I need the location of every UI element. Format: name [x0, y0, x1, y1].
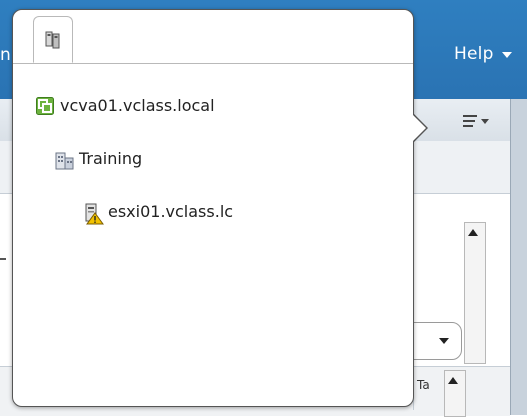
- scroll-up-arrow-icon[interactable]: [448, 377, 458, 384]
- popover-tab-bar: [13, 10, 413, 64]
- scroll-up-arrow-icon[interactable]: [468, 229, 478, 236]
- scrollbar[interactable]: [464, 222, 486, 364]
- list-options-button[interactable]: [442, 108, 510, 134]
- popover-pointer-fill: [409, 111, 426, 145]
- tree-item-label: vcva01.vclass.local: [60, 96, 215, 115]
- header-title-fragment: n: [0, 45, 11, 65]
- tree-item-vcenter[interactable]: vcva01.vclass.local: [36, 96, 215, 115]
- tree-item-label: Training: [79, 149, 143, 168]
- column-header[interactable]: Ta: [413, 370, 443, 410]
- tree-item-host[interactable]: esxi01.vclass.lc: [84, 202, 234, 224]
- chevron-down-icon: [501, 52, 512, 58]
- help-menu[interactable]: Help: [454, 44, 512, 64]
- datacenter-icon: [55, 150, 74, 169]
- table-scrollbar[interactable]: [444, 370, 466, 417]
- chevron-down-icon: [481, 118, 489, 124]
- tree-item-datacenter[interactable]: Training: [55, 149, 143, 169]
- host-warning-icon: [84, 203, 104, 224]
- tab-hosts-and-clusters[interactable]: [33, 16, 73, 63]
- filter-dropdown[interactable]: [412, 322, 462, 360]
- tree-item-label: esxi01.vclass.lc: [108, 202, 234, 221]
- right-side-panel: [510, 99, 527, 415]
- vcenter-icon: [36, 96, 54, 115]
- chevron-down-icon: [439, 338, 449, 344]
- list-menu-icon: [463, 115, 477, 127]
- help-label: Help: [454, 44, 494, 64]
- hosts-and-clusters-icon: [45, 31, 60, 48]
- divider: [0, 258, 6, 260]
